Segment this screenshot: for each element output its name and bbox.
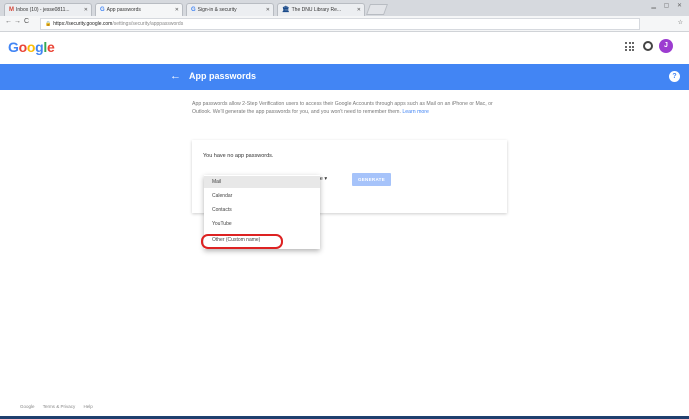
- lock-icon: 🔒: [45, 21, 52, 27]
- footer-link-terms[interactable]: Terms & Privacy: [43, 404, 76, 409]
- forward-button[interactable]: →: [14, 18, 21, 25]
- notifications-icon[interactable]: [643, 41, 653, 51]
- arrow-back-icon[interactable]: ←: [170, 70, 181, 82]
- address-bar-row: ← → C 🔒 https://security.google.com/setti…: [0, 16, 689, 32]
- menu-item-contacts[interactable]: Contacts: [204, 204, 320, 216]
- reload-button[interactable]: C: [24, 18, 29, 25]
- close-icon[interactable]: ✕: [357, 4, 361, 16]
- page-title-bar: ← App passwords ?: [0, 64, 689, 90]
- avatar[interactable]: J: [659, 39, 673, 53]
- new-tab-button[interactable]: [365, 4, 389, 15]
- page-description: App passwords allow 2-Step Verification …: [192, 101, 502, 116]
- tab-label: Sign-in & security: [197, 7, 237, 13]
- footer-link-google[interactable]: Google: [20, 404, 35, 409]
- url-path: /settings/security/apppasswords: [112, 21, 184, 27]
- empty-message: You have no app passwords.: [203, 153, 274, 159]
- tab-label: App passwords: [106, 7, 141, 13]
- tab-library[interactable]: 🏛 The DNU Library Re... ✕: [277, 3, 365, 16]
- tab-app-passwords[interactable]: G App passwords ✕: [95, 3, 183, 16]
- generate-button[interactable]: GENERATE: [352, 173, 391, 186]
- learn-more-link[interactable]: Learn more: [402, 109, 429, 115]
- footer-link-help[interactable]: Help: [83, 404, 92, 409]
- menu-item-youtube[interactable]: YouTube: [204, 218, 320, 230]
- close-icon[interactable]: ✕: [266, 4, 270, 16]
- google-header: Google J: [0, 33, 689, 63]
- tab-label: Inbox (10) - jesse0811...: [16, 7, 70, 13]
- google-icon: G: [191, 7, 196, 13]
- browser-tab-strip: M Inbox (10) - jesse0811... ✕ G App passwor…: [0, 0, 689, 16]
- gmail-icon: M: [9, 7, 14, 13]
- help-icon[interactable]: ?: [669, 71, 680, 82]
- menu-item-mail[interactable]: Mail: [204, 176, 320, 188]
- red-highlight-annotation: [201, 234, 283, 249]
- apps-grid-icon[interactable]: [625, 42, 634, 51]
- description-text: App passwords allow 2-Step Verification …: [192, 101, 493, 115]
- close-icon[interactable]: ✕: [84, 4, 88, 16]
- page-footer: Google Terms & Privacy Help: [20, 404, 100, 409]
- window-controls[interactable]: ▁ ▢ ✕: [651, 2, 685, 9]
- google-icon: G: [100, 7, 105, 13]
- back-button[interactable]: ←: [5, 18, 12, 25]
- page-title: App passwords: [189, 71, 257, 81]
- tab-inbox[interactable]: M Inbox (10) - jesse0811... ✕: [4, 3, 92, 16]
- url-host: https://security.google.com: [53, 21, 113, 27]
- google-logo[interactable]: Google: [8, 39, 55, 55]
- url-field[interactable]: 🔒 https://security.google.com/settings/se…: [40, 18, 640, 30]
- close-icon[interactable]: ✕: [175, 4, 179, 16]
- library-icon: 🏛: [282, 7, 290, 13]
- bookmark-star-icon[interactable]: ☆: [678, 19, 683, 26]
- tab-label: The DNU Library Re...: [291, 7, 342, 13]
- tab-sign-in-security[interactable]: G Sign-in & security ✕: [186, 3, 274, 16]
- menu-item-calendar[interactable]: Calendar: [204, 190, 320, 202]
